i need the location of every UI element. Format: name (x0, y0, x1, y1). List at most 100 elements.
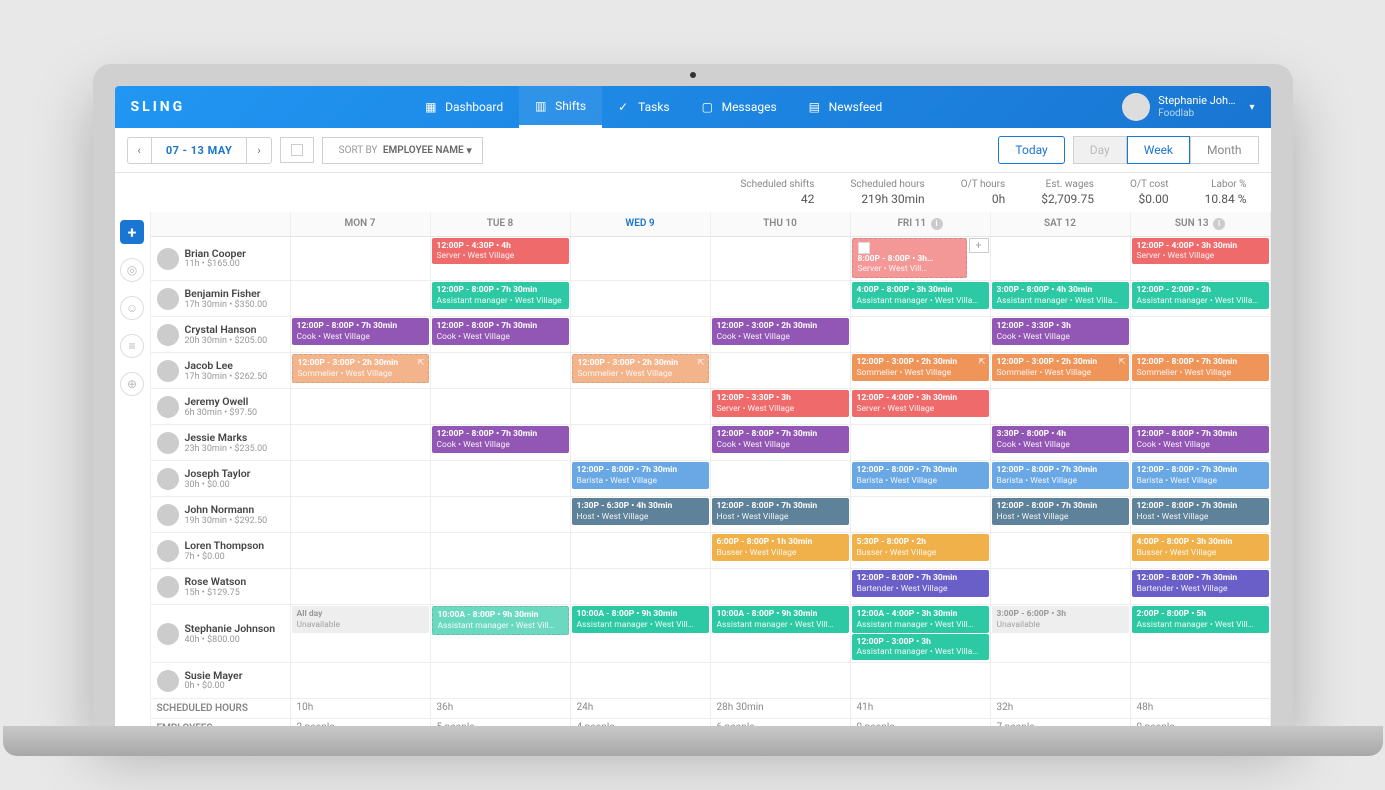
shift-block[interactable]: 10:00A - 8:00P • 9h 30minAssistant manag… (432, 606, 569, 634)
shift-block[interactable]: 12:00P - 8:00P • 7h 30minHost • West Vil… (712, 498, 849, 524)
shift-block[interactable]: 6:00P - 8:00P • 1h 30minBusser • West Vi… (712, 534, 849, 560)
shift-block[interactable]: 12:00P - 8:00P • 7h 30minHost • West Vil… (992, 498, 1129, 524)
employee-cell[interactable]: Brian Cooper11h • $165.00 (151, 237, 291, 280)
schedule-grid[interactable]: MON 7 TUE 8 WED 9 THU 10 FRI 11 iSAT 12 … (151, 212, 1271, 726)
view-day-button[interactable]: Day (1073, 136, 1127, 164)
day-cell[interactable] (571, 389, 711, 424)
employee-cell[interactable]: John Normann19h 30min • $292.50 (151, 497, 291, 532)
day-cell[interactable] (1131, 317, 1271, 352)
employee-cell[interactable]: Stephanie Johnson40h • $800.00 (151, 605, 291, 662)
day-cell[interactable] (431, 353, 571, 388)
day-cell[interactable]: 12:00P - 8:00P • 7h 30minBarista • West … (991, 461, 1131, 496)
day-cell[interactable] (291, 281, 431, 316)
info-icon[interactable]: i (931, 218, 943, 230)
shift-block[interactable]: 12:00P - 8:00P • 7h 30minCook • West Vil… (292, 318, 429, 344)
employee-cell[interactable]: Rose Watson15h • $129.75 (151, 569, 291, 604)
checkbox-icon[interactable] (858, 242, 870, 254)
day-cell[interactable] (711, 663, 851, 698)
shift-block[interactable]: 12:00P - 4:30P • 4hServer • West Village (432, 238, 569, 264)
shift-block[interactable]: 12:00P - 4:00P • 3h 30minServer • West V… (852, 390, 989, 416)
nav-shifts[interactable]: ▥Shifts (519, 86, 602, 128)
day-cell[interactable]: 10:00A - 8:00P • 9h 30minAssistant manag… (711, 605, 851, 662)
shift-block[interactable]: 12:00P - 8:00P • 7h 30minSommelier • Wes… (1132, 354, 1269, 380)
view-month-button[interactable]: Month (1190, 136, 1258, 164)
shift-block[interactable]: 10:00A - 8:00P • 9h 30minAssistant manag… (572, 606, 709, 632)
shift-block[interactable]: ⇱12:00P - 3:00P • 2h 30minSommelier • We… (852, 354, 989, 380)
shift-block[interactable]: 12:00P - 3:00P • 3hAssistant manager • W… (852, 634, 989, 660)
day-cell[interactable] (431, 497, 571, 532)
shift-block[interactable]: ⇱12:00P - 3:00P • 2h 30minSommelier • We… (572, 354, 709, 382)
day-cell[interactable]: 4:00P - 8:00P • 3h 30minAssistant manage… (851, 281, 991, 316)
shift-block[interactable]: 10:00A - 8:00P • 9h 30minAssistant manag… (712, 606, 849, 632)
shift-block[interactable]: 12:00P - 8:00P • 7h 30minCook • West Vil… (1132, 426, 1269, 452)
shift-block[interactable]: 2:00P - 8:00P • 5hAssistant manager • We… (1132, 606, 1269, 632)
employee-cell[interactable]: Susie Mayer0h • $0.00 (151, 663, 291, 698)
day-cell[interactable]: 3:30P - 8:00P • 4hCook • West Village (991, 425, 1131, 460)
day-cell[interactable] (291, 663, 431, 698)
day-cell[interactable] (291, 389, 431, 424)
shift-block[interactable]: 12:00P - 3:30P • 3hServer • West Village (712, 390, 849, 416)
day-cell[interactable]: 12:00P - 8:00P • 7h 30minHost • West Vil… (1131, 497, 1271, 532)
employee-cell[interactable]: Loren Thompson7h • $0.00 (151, 533, 291, 568)
day-cell[interactable]: 12:00P - 8:00P • 7h 30minBarista • West … (571, 461, 711, 496)
employee-cell[interactable]: Jeremy Owell6h 30min • $97.50 (151, 389, 291, 424)
day-header[interactable]: FRI 11 i (851, 212, 991, 236)
day-cell[interactable]: 12:00P - 8:00P • 7h 30minBarista • West … (1131, 461, 1271, 496)
location-filter-icon[interactable]: ◎ (120, 258, 144, 282)
shift-block[interactable]: 12:00P - 3:30P • 3hCook • West Village (992, 318, 1129, 344)
shift-block[interactable]: 12:00P - 8:00P • 7h 30minBarista • West … (852, 462, 989, 488)
day-cell[interactable]: 3:00P - 6:00P • 3hUnavailable (991, 605, 1131, 662)
day-cell[interactable]: 12:00P - 8:00P • 7h 30minBartender • Wes… (1131, 569, 1271, 604)
day-cell[interactable] (991, 237, 1131, 280)
day-cell[interactable] (291, 533, 431, 568)
day-cell[interactable] (711, 281, 851, 316)
day-cell[interactable]: ⇱12:00P - 3:00P • 2h 30minSommelier • We… (851, 353, 991, 388)
shift-block[interactable]: 12:00P - 3:00P • 2h 30minCook • West Vil… (712, 318, 849, 344)
day-cell[interactable]: 12:00P - 4:30P • 4hServer • West Village (431, 237, 571, 280)
day-cell[interactable]: All dayUnavailable (291, 605, 431, 662)
day-cell[interactable] (851, 425, 991, 460)
shift-block[interactable]: All dayUnavailable (292, 606, 429, 632)
info-icon[interactable]: i (1213, 218, 1225, 230)
add-shift-button[interactable]: + (120, 220, 144, 244)
day-cell[interactable]: 3:00P - 8:00P • 4h 30minAssistant manage… (991, 281, 1131, 316)
shift-block[interactable]: 12:00P - 8:00P • 7h 30minBarista • West … (572, 462, 709, 488)
day-cell[interactable] (291, 237, 431, 280)
day-cell[interactable] (291, 425, 431, 460)
day-cell[interactable] (291, 497, 431, 532)
day-cell[interactable]: 12:00P - 4:00P • 3h 30minServer • West V… (851, 389, 991, 424)
nav-newsfeed[interactable]: ▤Newsfeed (793, 86, 899, 128)
calendar-toggle-button[interactable] (280, 137, 314, 163)
day-cell[interactable]: 12:00P - 8:00P • 7h 30minCook • West Vil… (431, 317, 571, 352)
day-cell[interactable]: 12:00P - 3:30P • 3hCook • West Village (991, 317, 1131, 352)
day-cell[interactable]: 6:00P - 8:00P • 1h 30minBusser • West Vi… (711, 533, 851, 568)
day-cell[interactable]: 12:00P - 8:00P • 7h 30minBartender • Wes… (851, 569, 991, 604)
day-cell[interactable]: 2:00P - 8:00P • 5hAssistant manager • We… (1131, 605, 1271, 662)
prev-week-button[interactable]: ‹ (127, 137, 152, 164)
shift-block[interactable]: 12:00P - 8:00P • 7h 30minBartender • Wes… (852, 570, 989, 596)
day-cell[interactable] (711, 353, 851, 388)
day-cell[interactable]: ⇱12:00P - 3:00P • 2h 30minSommelier • We… (991, 353, 1131, 388)
shift-block[interactable]: 8:00P - 8:00P • 3h…Server • West Vill… (852, 238, 967, 278)
day-cell[interactable] (851, 663, 991, 698)
shift-block[interactable]: 12:00P - 8:00P • 7h 30minBarista • West … (992, 462, 1129, 488)
employee-cell[interactable]: Jacob Lee17h 30min • $262.50 (151, 353, 291, 388)
day-cell[interactable] (431, 461, 571, 496)
day-cell[interactable] (571, 281, 711, 316)
shift-block[interactable]: 3:00P - 8:00P • 4h 30minAssistant manage… (992, 282, 1129, 308)
day-cell[interactable]: 8:00P - 8:00P • 3h…Server • West Vill…+ (851, 237, 991, 280)
add-shift-slot-button[interactable]: + (969, 238, 989, 253)
employee-cell[interactable]: Joseph Taylor30h • $0.00 (151, 461, 291, 496)
day-cell[interactable] (291, 569, 431, 604)
day-header[interactable]: SUN 13 i (1131, 212, 1271, 236)
day-cell[interactable]: 10:00A - 8:00P • 9h 30minAssistant manag… (571, 605, 711, 662)
user-menu[interactable]: Stephanie Joh… Foodlab ▾ (1122, 93, 1254, 121)
day-cell[interactable] (711, 461, 851, 496)
day-cell[interactable] (431, 663, 571, 698)
day-cell[interactable]: 12:00P - 8:00P • 7h 30minCook • West Vil… (1131, 425, 1271, 460)
shift-block[interactable]: 1:30P - 6:30P • 4h 30minHost • West Vill… (572, 498, 709, 524)
day-cell[interactable]: 12:00P - 8:00P • 7h 30minCook • West Vil… (711, 425, 851, 460)
shift-block[interactable]: 3:30P - 8:00P • 4hCook • West Village (992, 426, 1129, 452)
day-cell[interactable]: 12:00P - 3:00P • 2h 30minCook • West Vil… (711, 317, 851, 352)
shift-block[interactable]: ⇱12:00P - 3:00P • 2h 30minSommelier • We… (992, 354, 1129, 380)
